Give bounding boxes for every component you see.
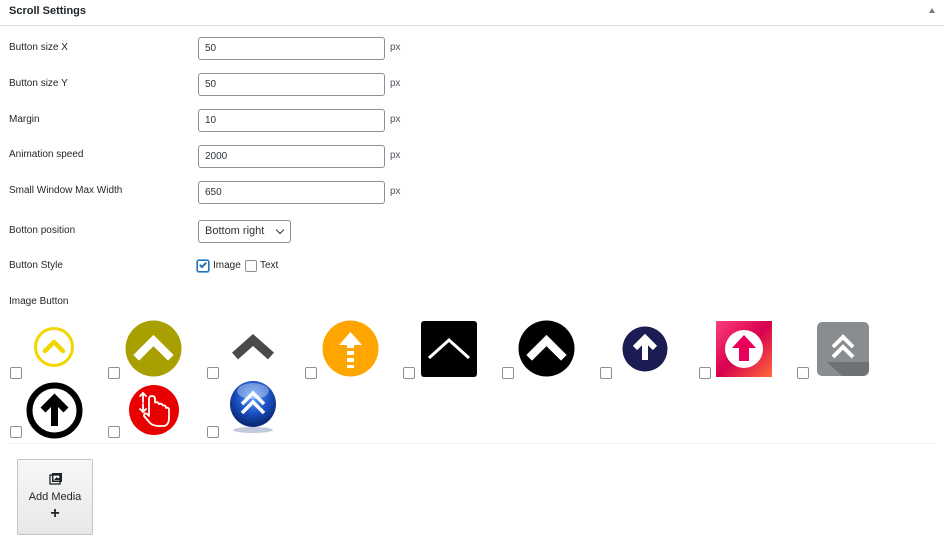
red-circle-hand-icon[interactable] xyxy=(128,384,180,436)
icon-option-checkbox-12[interactable] xyxy=(207,426,219,438)
panel-header: Scroll Settings xyxy=(0,0,944,26)
black-circle-chevron-up-icon[interactable] xyxy=(518,320,575,377)
gray-chevron-up-icon[interactable] xyxy=(230,333,276,361)
button-position-select[interactable]: Bottom right xyxy=(198,220,291,243)
navy-circle-arrow-up-icon[interactable] xyxy=(622,326,668,372)
panel-title: Scroll Settings xyxy=(9,5,87,17)
add-media-button[interactable]: Add Media + xyxy=(17,459,93,535)
icon-option-checkbox-11[interactable] xyxy=(108,426,120,438)
small-window-max-width-unit: px xyxy=(390,186,401,197)
style-text-label: Text xyxy=(260,260,279,271)
icon-option-checkbox-10[interactable] xyxy=(10,426,22,438)
orange-circle-arrow-up-icon[interactable] xyxy=(322,320,379,377)
add-media-label: Add Media xyxy=(28,491,82,503)
icon-option-checkbox-9[interactable] xyxy=(797,367,809,379)
button-size-x-unit: px xyxy=(390,42,401,53)
icon-option-checkbox-3[interactable] xyxy=(207,367,219,379)
icon-option-checkbox-1[interactable] xyxy=(10,367,22,379)
image-button-label: Image Button xyxy=(9,296,69,307)
yellow-outline-chevron-up-icon[interactable] xyxy=(33,326,75,368)
icon-option-checkbox-6[interactable] xyxy=(502,367,514,379)
button-size-x-input[interactable] xyxy=(198,37,385,60)
animation-speed-input[interactable] xyxy=(198,145,385,168)
pink-square-arrow-up-icon[interactable] xyxy=(716,321,772,377)
plus-icon: + xyxy=(50,505,60,522)
icon-option-checkbox-5[interactable] xyxy=(403,367,415,379)
blue-globe-double-chevron-up-icon[interactable] xyxy=(227,380,279,434)
black-square-chevron-up-icon[interactable] xyxy=(421,321,477,377)
button-size-y-input[interactable] xyxy=(198,73,385,96)
margin-label: Margin xyxy=(9,114,40,125)
check-mark-icon xyxy=(199,260,207,269)
black-ring-arrow-up-icon[interactable] xyxy=(26,382,83,439)
divider xyxy=(9,443,935,444)
animation-speed-label: Animation speed xyxy=(9,149,84,160)
olive-circle-chevron-up-icon[interactable] xyxy=(125,320,182,377)
icon-option-checkbox-4[interactable] xyxy=(305,367,317,379)
button-position-value: Bottom right xyxy=(205,225,265,237)
icon-option-checkbox-7[interactable] xyxy=(600,367,612,379)
style-image-checkbox[interactable] xyxy=(197,260,209,272)
button-size-y-unit: px xyxy=(390,78,401,89)
button-size-y-label: Button size Y xyxy=(9,78,68,89)
triangle-up-icon[interactable] xyxy=(929,8,935,13)
button-size-x-label: Button size X xyxy=(9,42,68,53)
media-icon xyxy=(49,473,62,485)
button-position-label: Botton position xyxy=(9,225,76,236)
icon-option-checkbox-8[interactable] xyxy=(699,367,711,379)
margin-input[interactable] xyxy=(198,109,385,132)
style-image-label: Image xyxy=(213,260,241,271)
margin-unit: px xyxy=(390,114,401,125)
small-window-max-width-label: Small Window Max Width xyxy=(9,185,123,196)
style-text-checkbox[interactable] xyxy=(245,260,257,272)
small-window-max-width-input[interactable] xyxy=(198,181,385,204)
animation-speed-unit: px xyxy=(390,150,401,161)
button-style-label: Button Style xyxy=(9,260,63,271)
icon-option-checkbox-2[interactable] xyxy=(108,367,120,379)
gray-double-chevron-up-icon[interactable] xyxy=(817,322,869,376)
chevron-down-icon xyxy=(275,225,285,235)
